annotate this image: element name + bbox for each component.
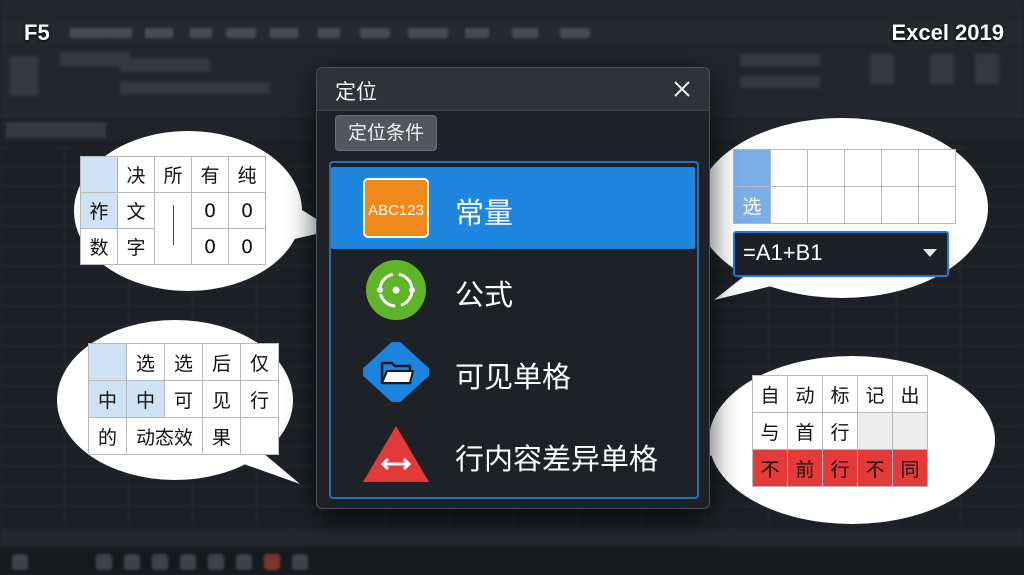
table-cell: 自 — [752, 375, 788, 413]
table-cell — [770, 149, 808, 187]
option-label: 常量 — [455, 196, 514, 230]
table-cell: 祚 — [80, 192, 118, 229]
shortcut-key-label: F5 — [24, 20, 50, 45]
option-visible-cells[interactable]: 可见单格 — [331, 331, 695, 413]
option-label: 行内容差异单格 — [455, 442, 659, 476]
table-cell: 选 — [733, 186, 771, 224]
table-cell — [80, 156, 118, 193]
table-cell: 行 — [822, 412, 858, 450]
constants-icon-text: ABC123 — [368, 202, 424, 219]
table-cell — [240, 417, 279, 455]
dialog-header: 定位 — [317, 68, 709, 111]
option-constants[interactable]: ABC123 常量 — [331, 167, 695, 249]
excel-sheet-tabs — [0, 528, 1024, 546]
table-cell: 标 — [822, 375, 858, 413]
table-cell: 果 — [202, 417, 241, 455]
option-label: 公式 — [455, 278, 514, 312]
table-cell: 纯 — [228, 156, 266, 193]
table-cell: 动态效 — [126, 417, 203, 455]
excel-titlebar — [0, 0, 1024, 22]
table-cell: 后 — [202, 343, 241, 381]
table-cell: 前 — [787, 449, 823, 487]
bubble-visible-table: 选 选 后 仅 中 中 可 见 行 的 动态效 果 — [88, 343, 279, 455]
table-cell: 选 — [126, 343, 165, 381]
table-cell — [733, 149, 771, 187]
merged-cell-divider — [173, 205, 174, 245]
table-cell: 中 — [126, 380, 165, 418]
formula-dropdown[interactable]: =A1+B1 — [733, 231, 949, 277]
table-cell: 不 — [752, 449, 788, 487]
table-cell: 数 — [80, 228, 118, 265]
table-cell — [918, 186, 956, 224]
table-cell: 决 — [117, 156, 155, 193]
close-icon — [674, 81, 690, 97]
table-cell: 首 — [787, 412, 823, 450]
constants-icon: ABC123 — [363, 178, 429, 238]
table-cell: 0 — [191, 192, 229, 229]
table-cell: 的 — [88, 417, 127, 455]
bubble-rowdiff-table: 自 动 标 记 出 与 首 行 不 前 行 不 同 — [752, 375, 928, 487]
table-cell: 文 — [117, 192, 155, 229]
table-cell — [807, 186, 845, 224]
table-cell: 见 — [202, 380, 241, 418]
chevron-down-icon — [923, 249, 937, 257]
table-cell: 行 — [822, 449, 858, 487]
close-button[interactable] — [669, 76, 695, 102]
table-cell: 仅 — [240, 343, 279, 381]
table-cell: 不 — [857, 449, 893, 487]
table-cell: 记 — [857, 375, 893, 413]
formula-dropdown-value: =A1+B1 — [743, 240, 823, 265]
row-difference-icon — [363, 426, 429, 482]
table-cell — [881, 149, 919, 187]
excel-version-label: Excel 2019 — [891, 20, 1004, 45]
table-cell — [88, 343, 127, 381]
table-cell — [857, 412, 893, 450]
table-cell — [844, 149, 882, 187]
table-cell: 出 — [892, 375, 928, 413]
option-label: 可见单格 — [455, 360, 572, 394]
table-cell — [844, 186, 882, 224]
table-cell: 中 — [88, 380, 127, 418]
table-cell: 行 — [240, 380, 279, 418]
table-cell: 同 — [892, 449, 928, 487]
table-cell: 与 — [752, 412, 788, 450]
table-cell: 可 — [164, 380, 203, 418]
bubble-formula-table: 选 — [733, 149, 956, 224]
table-cell: 0 — [191, 228, 229, 265]
goto-dialog: 定位 定位条件 ABC123 常量 公式 可见单格 行内容差异单格 — [316, 67, 710, 509]
dialog-title: 定位 — [335, 80, 377, 104]
table-cell — [918, 149, 956, 187]
dialog-body: 定位条件 ABC123 常量 公式 可见单格 行内容差异单格 — [317, 111, 709, 508]
folder-icon — [363, 342, 429, 402]
option-row-differences[interactable]: 行内容差异单格 — [331, 413, 695, 495]
table-cell: 有 — [191, 156, 229, 193]
table-cell: 字 — [117, 228, 155, 265]
excel-ribbon-tabs — [0, 22, 1024, 44]
table-cell: 0 — [228, 228, 266, 265]
option-formula[interactable]: 公式 — [331, 249, 695, 331]
special-conditions-button[interactable]: 定位条件 — [335, 115, 438, 151]
formula-icon — [366, 260, 426, 320]
table-cell — [770, 186, 808, 224]
table-cell — [892, 412, 928, 450]
table-cell: 所 — [154, 156, 192, 193]
excel-name-box — [6, 122, 106, 138]
table-cell: 选 — [164, 343, 203, 381]
table-cell: 0 — [228, 192, 266, 229]
table-cell: 动 — [787, 375, 823, 413]
table-cell — [881, 186, 919, 224]
table-cell — [807, 149, 845, 187]
